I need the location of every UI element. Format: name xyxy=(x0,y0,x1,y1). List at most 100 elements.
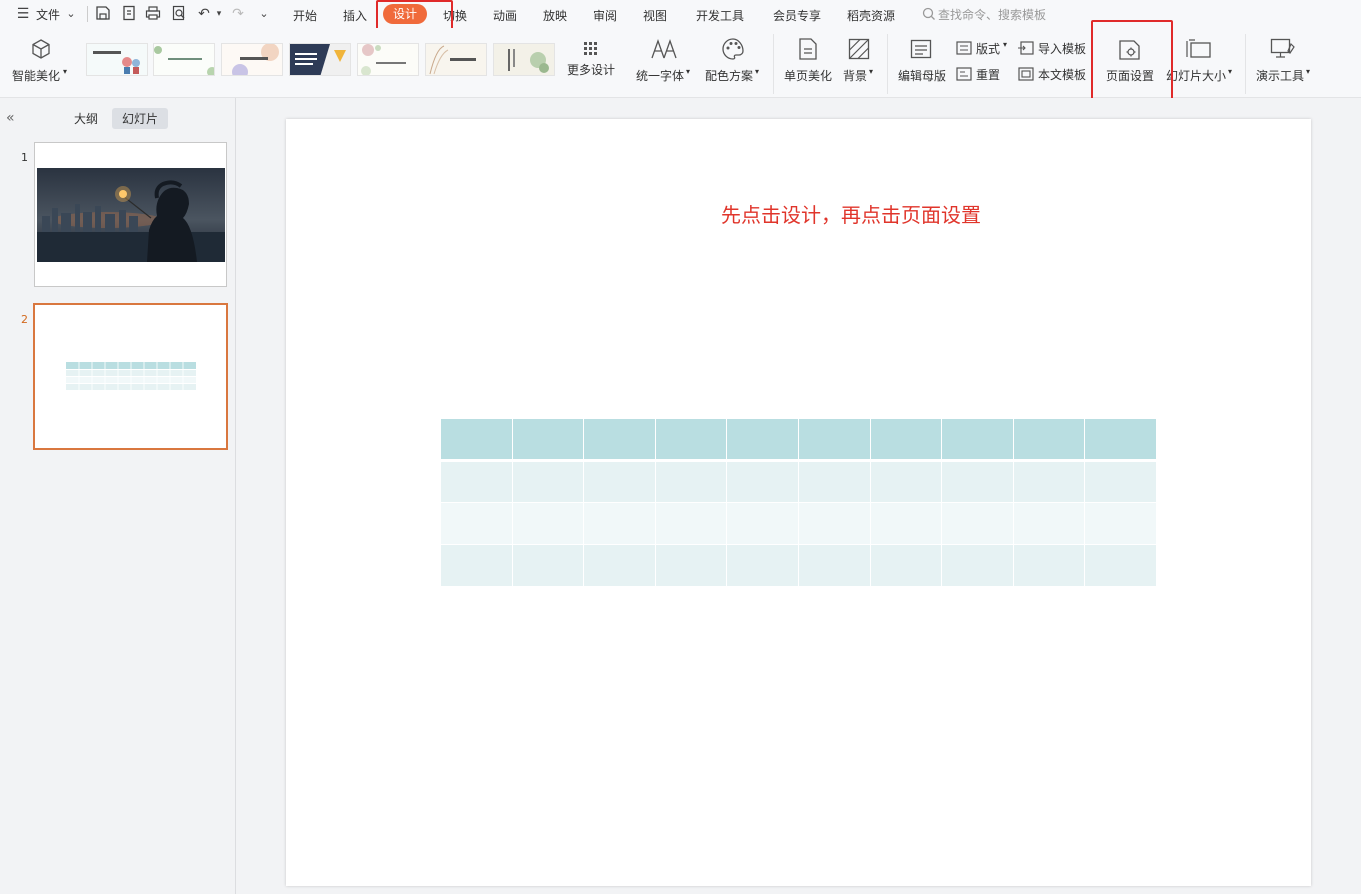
table-cell[interactable] xyxy=(1012,544,1086,587)
print-icon[interactable] xyxy=(144,5,162,23)
table-cell[interactable] xyxy=(797,418,871,462)
slide-1-image xyxy=(37,168,225,262)
tab-view[interactable]: 视图 xyxy=(643,7,667,24)
table-cell[interactable] xyxy=(1012,460,1086,503)
tab-outline[interactable]: 大纲 xyxy=(64,108,108,129)
tab-insert[interactable]: 插入 xyxy=(343,7,367,24)
table-cell[interactable] xyxy=(941,544,1014,587)
table-cell[interactable] xyxy=(583,418,656,462)
redo-icon[interactable]: ↷ xyxy=(229,5,247,23)
table-cell[interactable] xyxy=(797,460,871,503)
export-pdf-icon[interactable] xyxy=(120,5,138,23)
table-cell[interactable] xyxy=(583,502,656,545)
table-cell[interactable] xyxy=(511,544,585,587)
import-template-button[interactable]: 导入模板 xyxy=(1038,40,1086,57)
chevron-down-icon[interactable]: ▾ xyxy=(63,67,67,76)
table-cell[interactable] xyxy=(440,544,513,587)
more-design-button[interactable]: 更多设计 xyxy=(567,61,615,78)
table-cell[interactable] xyxy=(440,460,513,503)
table-row xyxy=(440,460,1157,503)
template-thumbnail-2[interactable] xyxy=(153,43,215,76)
template-thumbnail-3[interactable] xyxy=(221,43,283,76)
chevron-down-icon[interactable]: ▾ xyxy=(755,67,759,76)
chevron-down-icon[interactable]: ▾ xyxy=(1306,67,1310,76)
template-thumbnail-1[interactable] xyxy=(86,43,148,76)
text-template-button[interactable]: 本文模板 xyxy=(1038,66,1086,83)
chevron-down-icon[interactable]: ▾ xyxy=(1003,40,1007,49)
template-thumbnail-4[interactable] xyxy=(289,43,351,76)
table-cell[interactable] xyxy=(440,502,513,545)
table-cell[interactable] xyxy=(1012,502,1086,545)
tab-start[interactable]: 开始 xyxy=(293,7,317,24)
tab-member[interactable]: 会员专享 xyxy=(773,7,821,24)
tab-review[interactable]: 审阅 xyxy=(593,7,617,24)
table-cell[interactable] xyxy=(511,460,585,503)
table-cell[interactable] xyxy=(511,502,585,545)
unify-font-button[interactable]: 统一字体 xyxy=(636,67,684,84)
tab-developer[interactable]: 开发工具 xyxy=(696,7,744,24)
table-cell[interactable] xyxy=(583,544,656,587)
page-beautify-button[interactable]: 单页美化 xyxy=(784,67,832,84)
table-cell[interactable] xyxy=(1012,418,1086,462)
collapse-panel-icon[interactable]: « xyxy=(6,110,15,126)
table-cell[interactable] xyxy=(654,544,728,587)
template-thumbnail-6[interactable] xyxy=(425,43,487,76)
table-cell[interactable] xyxy=(1084,418,1157,462)
table-cell[interactable] xyxy=(869,418,943,462)
layout-button[interactable]: 版式 xyxy=(976,40,1000,57)
tab-slideshow[interactable]: 放映 xyxy=(543,7,567,24)
chevron-down-icon[interactable]: ⌄ xyxy=(62,5,80,23)
chevron-down-icon[interactable]: ▾ xyxy=(686,67,690,76)
table-cell[interactable] xyxy=(869,544,943,587)
table-cell[interactable] xyxy=(654,502,728,545)
save-icon[interactable] xyxy=(94,5,112,23)
table-cell[interactable] xyxy=(726,418,799,462)
reset-icon xyxy=(956,66,972,85)
table-cell[interactable] xyxy=(941,418,1014,462)
table-row xyxy=(440,502,1157,545)
table-cell[interactable] xyxy=(726,502,799,545)
slide-thumbnail-1[interactable] xyxy=(34,142,227,287)
reset-button[interactable]: 重置 xyxy=(976,66,1000,83)
presentation-tools-button[interactable]: 演示工具 xyxy=(1256,67,1304,84)
table-cell[interactable] xyxy=(511,418,585,462)
tab-slides[interactable]: 幻灯片 xyxy=(112,108,169,129)
table-cell[interactable] xyxy=(1084,502,1157,545)
table-cell[interactable] xyxy=(941,460,1014,503)
undo-dropdown-icon[interactable]: ▾ xyxy=(210,5,228,23)
slide-table[interactable] xyxy=(440,418,1157,587)
search-input[interactable]: 查找命令、搜索模板 xyxy=(938,6,1046,23)
template-thumbnail-7[interactable] xyxy=(493,43,555,76)
chevron-down-icon[interactable]: ▾ xyxy=(869,67,873,76)
table-cell[interactable] xyxy=(654,460,728,503)
table-cell[interactable] xyxy=(869,460,943,503)
slide-thumbnail-2[interactable] xyxy=(33,303,228,450)
table-cell[interactable] xyxy=(797,544,871,587)
table-cell[interactable] xyxy=(941,502,1014,545)
smart-beautify-button[interactable]: 智能美化 xyxy=(12,67,60,84)
table-cell[interactable] xyxy=(440,418,513,462)
chevron-down-icon[interactable]: ▾ xyxy=(1228,67,1232,76)
slide-size-button[interactable]: 幻灯片大小 xyxy=(1166,67,1226,84)
table-cell[interactable] xyxy=(869,502,943,545)
tab-docer[interactable]: 稻壳资源 xyxy=(847,7,895,24)
edit-master-button[interactable]: 编辑母版 xyxy=(898,67,946,84)
current-slide[interactable]: 先点击设计，再点击页面设置 xyxy=(286,119,1311,886)
color-scheme-button[interactable]: 配色方案 xyxy=(705,67,753,84)
search-icon[interactable] xyxy=(922,6,936,25)
table-cell[interactable] xyxy=(797,502,871,545)
table-cell[interactable] xyxy=(726,460,799,503)
customize-toolbar-icon[interactable]: ⌄ xyxy=(255,5,273,23)
slide-title-text[interactable]: 先点击设计，再点击页面设置 xyxy=(721,199,981,228)
table-cell[interactable] xyxy=(583,460,656,503)
table-cell[interactable] xyxy=(726,544,799,587)
table-cell[interactable] xyxy=(654,418,728,462)
template-thumbnail-5[interactable] xyxy=(357,43,419,76)
background-button[interactable]: 背景 xyxy=(843,67,867,84)
tab-animation[interactable]: 动画 xyxy=(493,7,517,24)
file-menu[interactable]: 文件 xyxy=(36,6,60,23)
table-cell[interactable] xyxy=(1084,460,1157,503)
print-preview-icon[interactable] xyxy=(170,5,188,23)
hamburger-icon[interactable]: ☰ xyxy=(14,5,32,23)
table-cell[interactable] xyxy=(1084,544,1157,587)
